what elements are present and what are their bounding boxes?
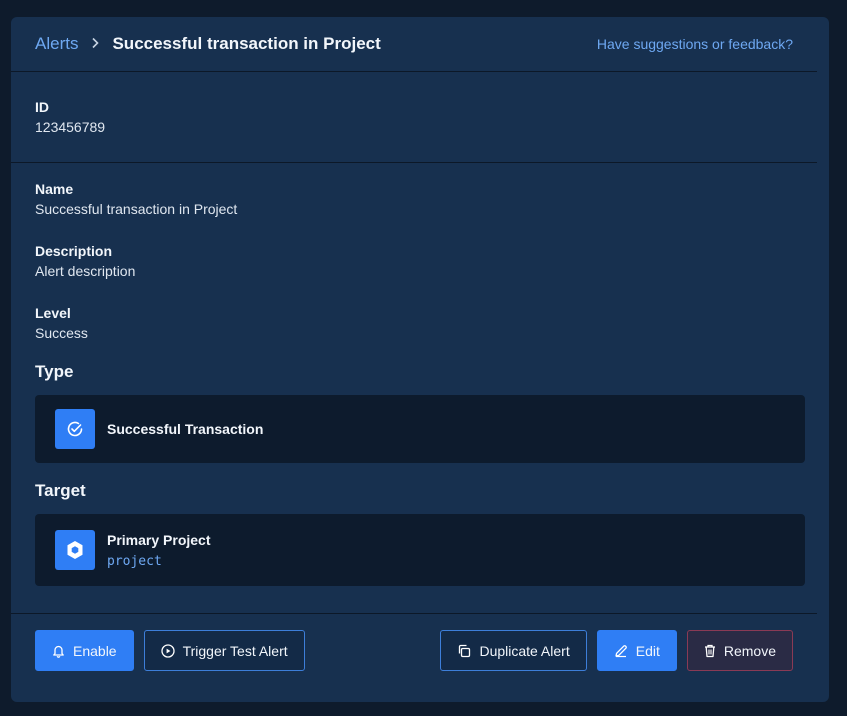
description-field: Description Alert description — [35, 242, 805, 280]
breadcrumb-chevron-icon — [90, 36, 100, 52]
edit-label: Edit — [635, 642, 660, 659]
breadcrumb-alerts-link[interactable]: Alerts — [35, 34, 78, 54]
name-label: Name — [35, 181, 74, 197]
pencil-icon — [615, 644, 627, 657]
right-actions: Duplicate Alert Edit Remove — [440, 630, 793, 702]
type-heading: Type — [35, 362, 74, 381]
details-section: Name Successful transaction in Project D… — [11, 163, 829, 586]
level-label: Level — [35, 305, 71, 321]
feedback-link[interactable]: Have suggestions or feedback? — [597, 36, 793, 52]
page-title: Successful transaction in Project — [112, 34, 381, 53]
id-value: 123456789 — [35, 119, 106, 135]
target-card-title: Primary Project — [107, 531, 211, 548]
name-field: Name Successful transaction in Project — [35, 180, 805, 218]
check-circle-icon — [55, 409, 95, 449]
project-hexagon-icon — [55, 530, 95, 570]
bell-icon — [53, 645, 64, 658]
target-card: Primary Project project — [35, 514, 805, 586]
name-value: Successful transaction in Project — [35, 201, 238, 217]
duplicate-alert-label: Duplicate Alert — [479, 642, 570, 659]
id-label: ID — [35, 99, 49, 115]
play-circle-icon — [160, 643, 175, 658]
breadcrumb: Alerts Successful transaction in Project — [35, 34, 381, 54]
target-card-subtitle: project — [107, 553, 162, 569]
enable-label: Enable — [73, 642, 117, 659]
copy-icon — [459, 644, 471, 657]
description-label: Description — [35, 243, 113, 259]
edit-button[interactable]: Edit — [596, 630, 677, 671]
trash-icon — [704, 644, 715, 657]
alert-detail-panel: Alerts Successful transaction in Project… — [11, 17, 829, 702]
header: Alerts Successful transaction in Project… — [11, 17, 817, 72]
remove-label: Remove — [723, 642, 776, 659]
target-heading: Target — [35, 481, 86, 500]
duplicate-alert-button[interactable]: Duplicate Alert — [440, 630, 587, 671]
type-card: Successful Transaction — [35, 395, 805, 463]
type-card-title: Successful Transaction — [107, 421, 264, 437]
left-actions: Enable Trigger Test Alert — [35, 630, 305, 702]
level-value: Success — [35, 325, 88, 341]
description-value: Alert description — [35, 263, 136, 279]
trigger-test-alert-button[interactable]: Trigger Test Alert — [143, 630, 305, 671]
trigger-test-alert-label: Trigger Test Alert — [182, 642, 288, 659]
level-field: Level Success — [35, 304, 805, 342]
remove-button[interactable]: Remove — [686, 630, 793, 671]
action-bar: Enable Trigger Test Alert Duplicate Aler… — [11, 613, 817, 702]
id-section: ID 123456789 — [11, 72, 817, 163]
enable-button[interactable]: Enable — [35, 630, 134, 671]
